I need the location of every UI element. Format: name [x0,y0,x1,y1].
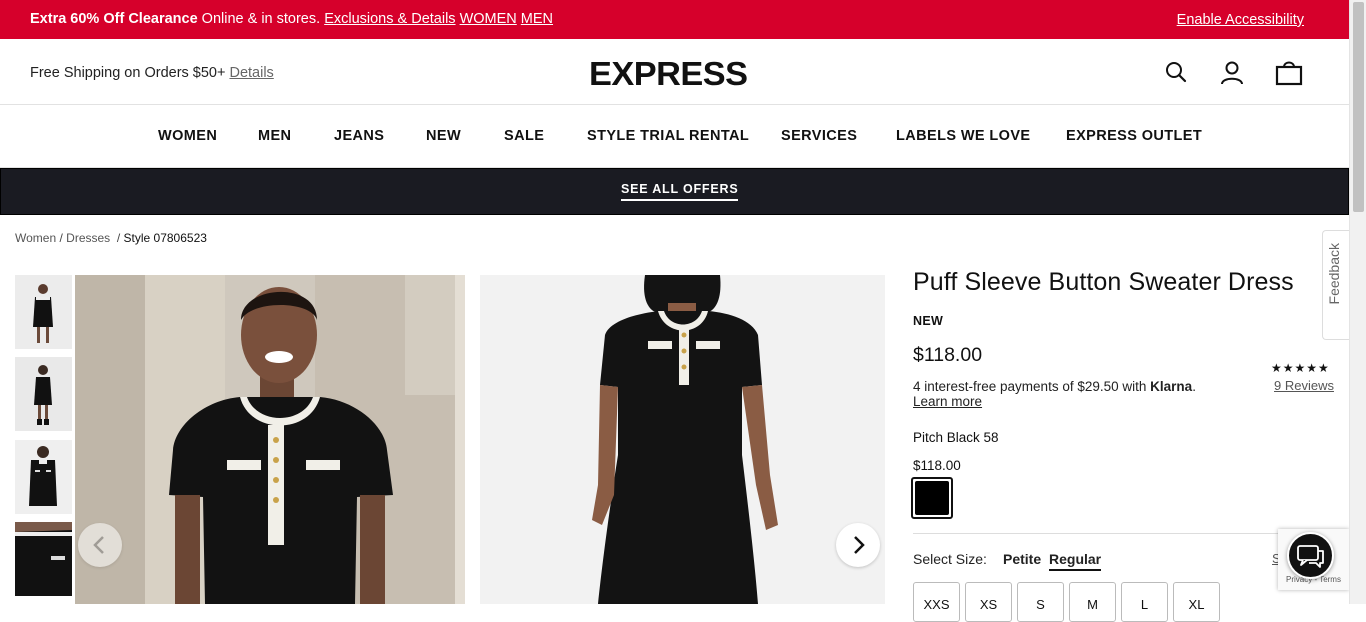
see-all-offers-link[interactable]: SEE ALL OFFERS [621,182,739,201]
breadcrumb-style: Style 07806523 [123,231,207,245]
reviews-link[interactable]: 9 Reviews [1274,378,1334,393]
offers-bar: SEE ALL OFFERS [0,168,1349,215]
swatch-fill [915,481,949,515]
express-logo[interactable]: EXPRESS [589,55,748,93]
rating-stars: ★★★★★ [1271,361,1330,375]
product-image-lifestyle[interactable] [75,275,465,604]
main-navigation: WOMEN MEN JEANS NEW SALE STYLE TRIAL REN… [0,105,1349,168]
shopping-bag-icon[interactable] [1275,59,1303,87]
carousel-prev-button[interactable] [78,523,122,567]
promo-bold: Extra 60% Off Clearance [30,11,198,27]
klarna-message: 4 interest-free payments of $29.50 with … [913,379,1196,394]
feedback-label: Feedback [1326,243,1342,305]
site-header: Free Shipping on Orders $50+ Details EXPR… [0,39,1349,105]
product-title: Puff Sleeve Button Sweater Dress [913,268,1294,296]
chat-icon [1297,545,1324,568]
nav-new[interactable]: NEW [426,128,461,144]
breadcrumb: Women / Dresses / Style 07806523 [15,231,207,245]
fit-petite[interactable]: Petite [1003,551,1041,567]
promo-sub: Online & in stores. [201,11,321,27]
promo-men-link[interactable]: MEN [521,11,553,27]
promo-text: Extra 60% Off Clearance Online & in stor… [30,11,553,27]
free-shipping-message: Free Shipping on Orders $50+ Details [30,65,274,81]
breadcrumb-dresses[interactable]: Dresses [66,231,110,245]
promo-exclusions-link[interactable]: Exclusions & Details [324,11,455,27]
size-m[interactable]: M [1069,582,1116,622]
nav-jeans[interactable]: JEANS [334,128,384,144]
size-xxs[interactable]: XXS [913,582,960,622]
color-name: Pitch Black 58 [913,430,999,445]
color-price: $118.00 [913,458,961,473]
fit-regular[interactable]: Regular [1049,551,1102,571]
product-thumbnail-2[interactable] [15,357,72,431]
promo-bar: Extra 60% Off Clearance Online & in stor… [0,0,1349,39]
size-xs[interactable]: XS [965,582,1012,622]
nav-express-outlet[interactable]: EXPRESS OUTLET [1066,128,1202,144]
new-badge: NEW [913,314,944,328]
klarna-learn-more-link[interactable]: Learn more [913,394,982,409]
page-scrollbar[interactable] [1349,0,1366,604]
nav-sale[interactable]: SALE [504,128,544,144]
size-xl[interactable]: XL [1173,582,1220,622]
product-image-studio[interactable] [480,275,885,604]
size-s[interactable]: S [1017,582,1064,622]
klarna-period: . [1192,379,1196,394]
nav-services[interactable]: SERVICES [781,128,857,144]
promo-women-link[interactable]: WOMEN [460,11,517,27]
search-icon[interactable] [1163,59,1191,87]
klarna-text: 4 interest-free payments of $29.50 with [913,379,1147,394]
enable-accessibility-link[interactable]: Enable Accessibility [1177,12,1304,28]
klarna-logo: Klarna [1150,379,1193,394]
product-thumbnail-4[interactable] [15,522,72,596]
chat-button[interactable] [1287,532,1334,579]
scrollbar-thumb[interactable] [1353,2,1364,212]
feedback-tab[interactable]: Feedback [1322,230,1349,340]
nav-men[interactable]: MEN [258,128,291,144]
size-l[interactable]: L [1121,582,1168,622]
breadcrumb-women[interactable]: Women [15,231,56,245]
account-icon[interactable] [1218,59,1246,87]
color-swatch-pitch-black[interactable] [911,477,953,519]
nav-labels-we-love[interactable]: LABELS WE LOVE [896,128,1031,144]
divider [913,533,1338,534]
product-thumbnail-1[interactable] [15,275,72,349]
shipping-text: Free Shipping on Orders $50+ [30,65,226,81]
select-size-label: Select Size: [913,551,987,567]
product-thumbnail-3[interactable] [15,440,72,514]
nav-women[interactable]: WOMEN [158,128,217,144]
nav-style-trial-rental[interactable]: STYLE TRIAL RENTAL [587,128,749,144]
shipping-details-link[interactable]: Details [229,65,273,81]
product-details: Puff Sleeve Button Sweater Dress NEW $11… [911,268,1338,571]
product-price: $118.00 [913,344,983,366]
carousel-next-button[interactable] [836,523,880,567]
